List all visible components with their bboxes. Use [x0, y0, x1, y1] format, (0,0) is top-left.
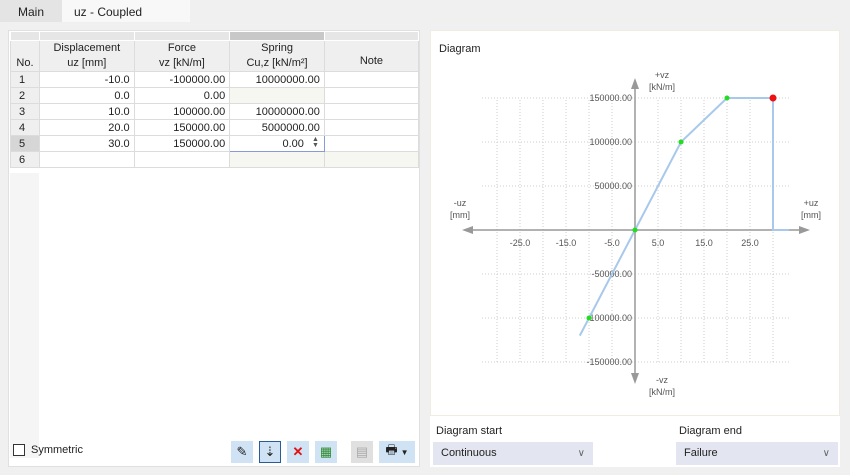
- diagram-start-select[interactable]: Continuous ∨: [433, 442, 593, 465]
- spring-cell[interactable]: 5000000.00: [229, 119, 325, 136]
- print-icon: 🖶: [385, 442, 398, 457]
- delete-button[interactable]: ✕: [287, 441, 309, 463]
- diagram-table: No. Displacement uz [mm] Force vz [kN/m] S…: [10, 31, 420, 168]
- diagram-start-label: Diagram start: [436, 425, 503, 437]
- table-row: 6: [10, 151, 420, 168]
- chevron-down-icon: ∨: [822, 448, 830, 459]
- sort-button[interactable]: ⇣: [259, 441, 281, 463]
- spring-cell[interactable]: 10000000.00: [229, 71, 325, 88]
- table-row: 1 -10.0 -100000.00 10000000.00: [10, 71, 420, 88]
- dropdown-arrow-icon: ▼: [400, 447, 409, 457]
- displacement-cell[interactable]: [38, 151, 135, 168]
- edit-icon: ✎: [236, 444, 248, 459]
- sort-icon: ⇣: [264, 444, 276, 459]
- delete-icon: ✕: [292, 444, 304, 459]
- force-cell[interactable]: 100000.00: [133, 103, 231, 120]
- header-spring: Spring Cu,z [kN/m²]: [229, 40, 325, 72]
- diagram-end-label: Diagram end: [679, 425, 742, 437]
- spring-cell[interactable]: [229, 87, 325, 104]
- chevron-down-icon: ∨: [577, 448, 585, 459]
- force-cell[interactable]: 0.00: [133, 87, 231, 104]
- symmetric-checkbox[interactable]: Symmetric: [13, 444, 83, 456]
- row-header-area: [10, 173, 39, 458]
- excel-import-icon: ▤: [355, 444, 369, 459]
- displacement-cell[interactable]: 0.0: [38, 87, 135, 104]
- diagram-end-select[interactable]: Failure ∨: [676, 442, 838, 465]
- row-number: 3: [10, 103, 40, 120]
- tab-coupled-diagram[interactable]: uz - Coupled Diagram: [62, 0, 190, 43]
- force-cell[interactable]: -100000.00: [133, 71, 231, 88]
- table-row: 3 10.0 100000.00 10000000.00: [10, 103, 420, 120]
- spring-cell[interactable]: [229, 151, 325, 168]
- spring-cell[interactable]: 0.00 ▲ ▼: [229, 135, 325, 152]
- print-button[interactable]: 🖶 ▼: [379, 441, 415, 463]
- force-cell[interactable]: [133, 151, 231, 168]
- row-number: 5: [10, 135, 40, 152]
- header-note: Note: [323, 40, 420, 72]
- note-cell[interactable]: [323, 151, 420, 168]
- table-panel: No. Displacement uz [mm] Force vz [kN/m] S…: [8, 30, 420, 467]
- displacement-cell[interactable]: -10.0: [38, 71, 135, 88]
- symmetric-label: Symmetric: [31, 444, 83, 456]
- checkbox-box[interactable]: [13, 444, 25, 456]
- table-row: 2 0.0 0.00: [10, 87, 420, 104]
- row-number: 4: [10, 119, 40, 136]
- tab-main[interactable]: Main: [0, 0, 62, 22]
- edit-button[interactable]: ✎: [231, 441, 253, 463]
- diagram-title: Diagram: [439, 43, 481, 55]
- force-cell[interactable]: 150000.00: [133, 135, 231, 152]
- header-no: No.: [10, 40, 40, 72]
- diagram-panel: Diagram: [430, 30, 840, 416]
- header-force: Force vz [kN/m]: [133, 40, 231, 72]
- displacement-cell[interactable]: 20.0: [38, 119, 135, 136]
- displacement-cell[interactable]: 30.0: [38, 135, 135, 152]
- excel-export-icon: ▦: [319, 444, 333, 459]
- table-row: 4 20.0 150000.00 5000000.00: [10, 119, 420, 136]
- row-number: 1: [10, 71, 40, 88]
- excel-import-button[interactable]: ▤: [351, 441, 373, 463]
- row-number: 6: [10, 151, 40, 168]
- table-row: 5 30.0 150000.00 0.00 ▲ ▼: [10, 135, 420, 152]
- excel-export-button[interactable]: ▦: [315, 441, 337, 463]
- note-cell[interactable]: [323, 103, 420, 120]
- note-cell[interactable]: [323, 87, 420, 104]
- spinner-icon[interactable]: ▲ ▼: [312, 136, 319, 149]
- note-cell[interactable]: [323, 135, 420, 152]
- displacement-cell[interactable]: 10.0: [38, 103, 135, 120]
- note-cell[interactable]: [323, 71, 420, 88]
- note-cell[interactable]: [323, 119, 420, 136]
- header-displacement: Displacement uz [mm]: [38, 40, 135, 72]
- row-number: 2: [10, 87, 40, 104]
- force-cell[interactable]: 150000.00: [133, 119, 231, 136]
- spring-cell[interactable]: 10000000.00: [229, 103, 325, 120]
